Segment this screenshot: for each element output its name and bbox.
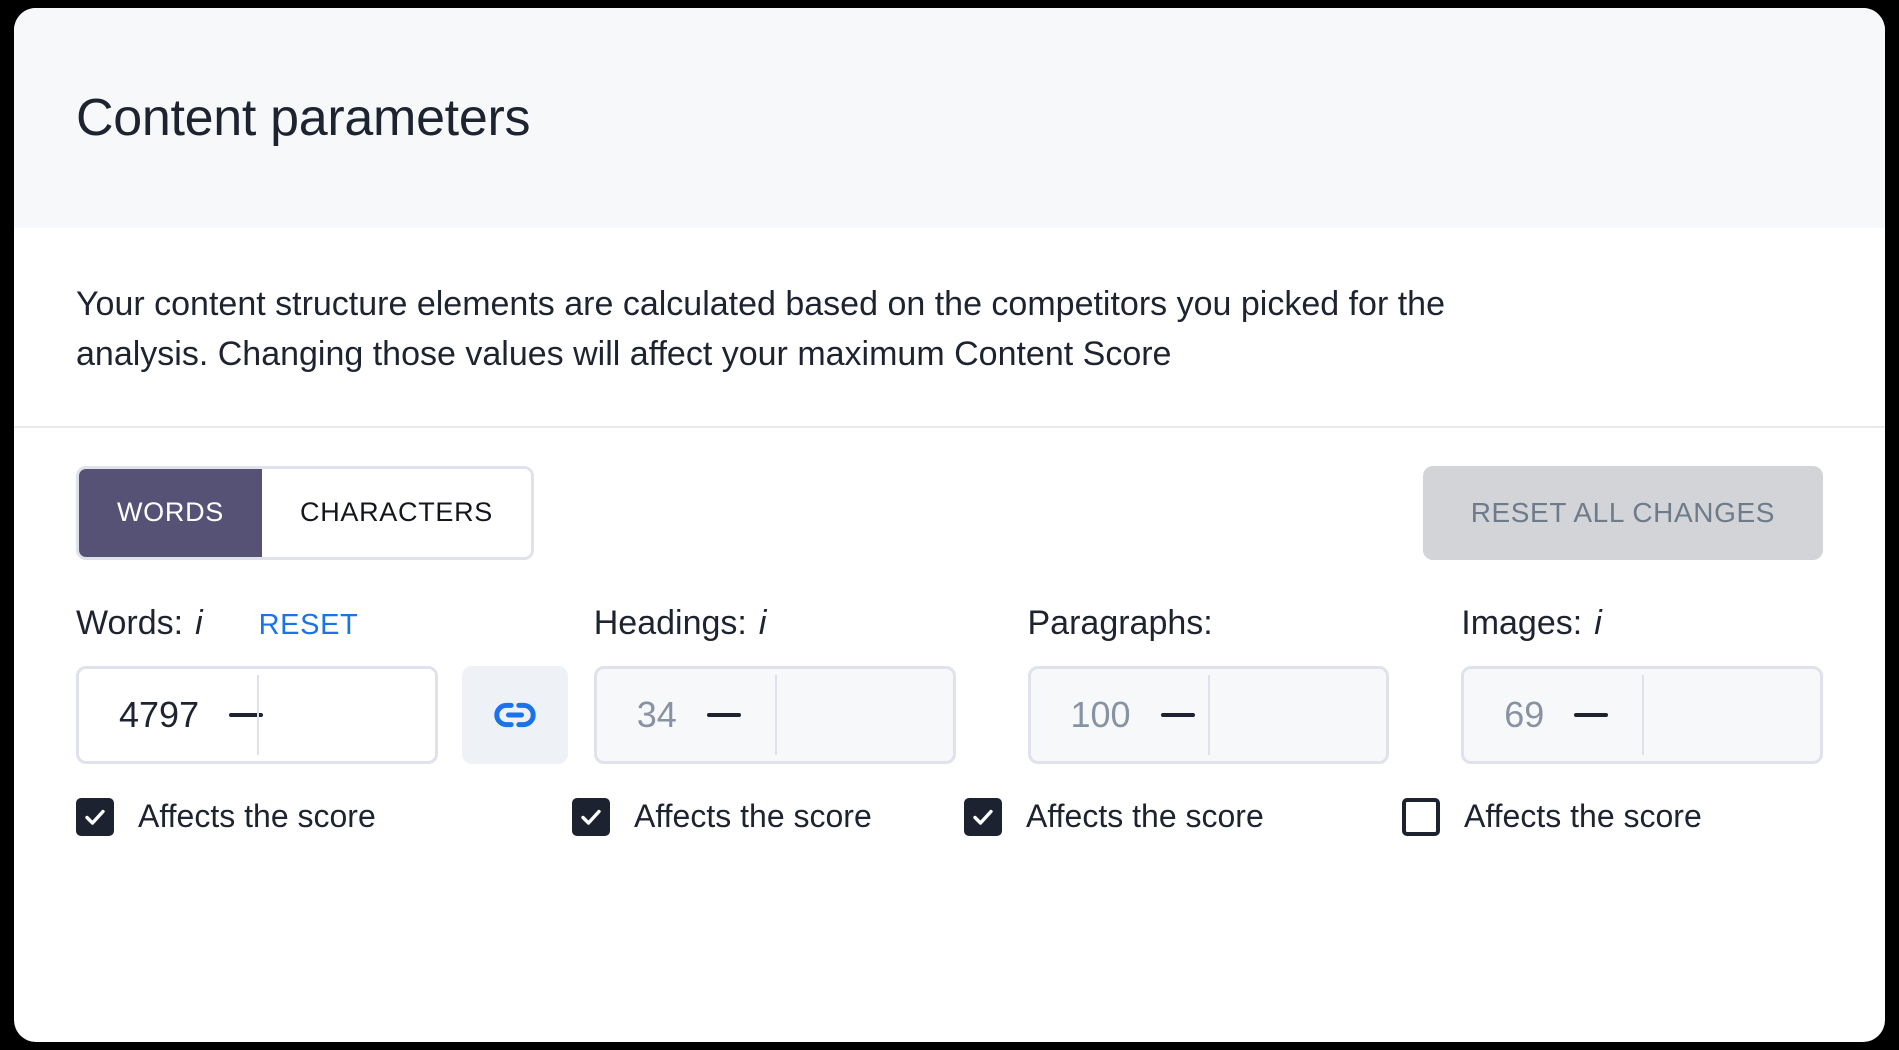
- tab-words[interactable]: WORDS: [79, 468, 262, 557]
- images-value[interactable]: 69: [1464, 694, 1544, 736]
- link-icon: [494, 702, 536, 728]
- affects-score-label: Affects the score: [1464, 798, 1702, 835]
- unit-toggle-group[interactable]: WORDS CHARACTERS: [76, 465, 535, 560]
- affects-score-label: Affects the score: [138, 798, 376, 835]
- affects-score-row: Affects the score Affects the score Affe…: [14, 797, 1885, 836]
- description-section: Your content structure elements are calc…: [14, 228, 1885, 428]
- fields-row: Words: i RESET 4797 Headings: i 34 Parag…: [14, 604, 1885, 764]
- info-icon[interactable]: i: [195, 604, 203, 643]
- affects-score-headings[interactable]: Affects the score: [572, 797, 964, 836]
- affects-score-paragraphs[interactable]: Affects the score: [964, 797, 1402, 836]
- paragraphs-stepper[interactable]: 100: [1027, 665, 1390, 764]
- checkbox-paragraphs[interactable]: [964, 797, 1002, 836]
- headings-stepper[interactable]: 34: [593, 665, 956, 764]
- field-images-label: Images:: [1461, 603, 1583, 642]
- stepper-divider: [774, 674, 777, 755]
- field-paragraphs-label: Paragraphs:: [1027, 603, 1213, 642]
- field-words-label-row: Words: i RESET: [76, 604, 438, 652]
- content-parameters-card: Content parameters Your content structur…: [14, 8, 1885, 1042]
- checkbox-words[interactable]: [76, 797, 114, 836]
- affects-score-label: Affects the score: [634, 798, 872, 835]
- field-words: Words: i RESET 4797: [76, 604, 438, 764]
- checks-spacer: [442, 798, 572, 836]
- paragraphs-value[interactable]: 100: [1031, 694, 1131, 736]
- minus-icon[interactable]: [1160, 712, 1195, 717]
- stepper-divider: [256, 674, 259, 755]
- field-headings-label-row: Headings: i: [594, 604, 956, 652]
- card-header: Content parameters: [14, 8, 1885, 228]
- words-stepper[interactable]: 4797: [76, 665, 438, 764]
- link-column: [461, 604, 568, 764]
- stepper-divider: [1642, 674, 1645, 755]
- field-images: Images: i 69: [1461, 604, 1823, 764]
- page-title: Content parameters: [76, 89, 531, 147]
- link-toggle-button[interactable]: [461, 665, 568, 764]
- checkmark-icon: [581, 809, 601, 825]
- minus-icon[interactable]: [706, 712, 741, 717]
- checkbox-headings[interactable]: [572, 797, 610, 836]
- reset-all-changes-button[interactable]: RESET ALL CHANGES: [1422, 465, 1823, 560]
- info-icon[interactable]: i: [1594, 604, 1602, 643]
- stepper-divider: [1208, 674, 1211, 755]
- checkmark-icon: [973, 809, 993, 825]
- affects-score-images[interactable]: Affects the score: [1402, 797, 1768, 836]
- description-text: Your content structure elements are calc…: [76, 285, 1445, 373]
- headings-value[interactable]: 34: [597, 694, 677, 736]
- field-words-label: Words:: [76, 603, 184, 642]
- tab-characters[interactable]: CHARACTERS: [262, 468, 532, 557]
- field-paragraphs-label-row: Paragraphs:: [1028, 604, 1390, 652]
- controls-row: WORDS CHARACTERS RESET ALL CHANGES: [14, 428, 1885, 560]
- reset-words-link[interactable]: RESET: [259, 609, 359, 642]
- field-headings-label: Headings:: [593, 603, 747, 642]
- minus-icon[interactable]: [1574, 712, 1609, 717]
- field-headings: Headings: i 34: [593, 604, 956, 764]
- info-icon[interactable]: i: [759, 604, 767, 643]
- images-stepper[interactable]: 69: [1461, 665, 1823, 764]
- field-images-label-row: Images: i: [1461, 604, 1823, 652]
- field-paragraphs: Paragraphs: 100: [1027, 604, 1390, 764]
- words-value[interactable]: 4797: [79, 694, 199, 736]
- checkbox-images[interactable]: [1402, 797, 1440, 836]
- checkmark-icon: [85, 809, 105, 825]
- affects-score-label: Affects the score: [1026, 798, 1264, 835]
- affects-score-words[interactable]: Affects the score: [76, 797, 442, 836]
